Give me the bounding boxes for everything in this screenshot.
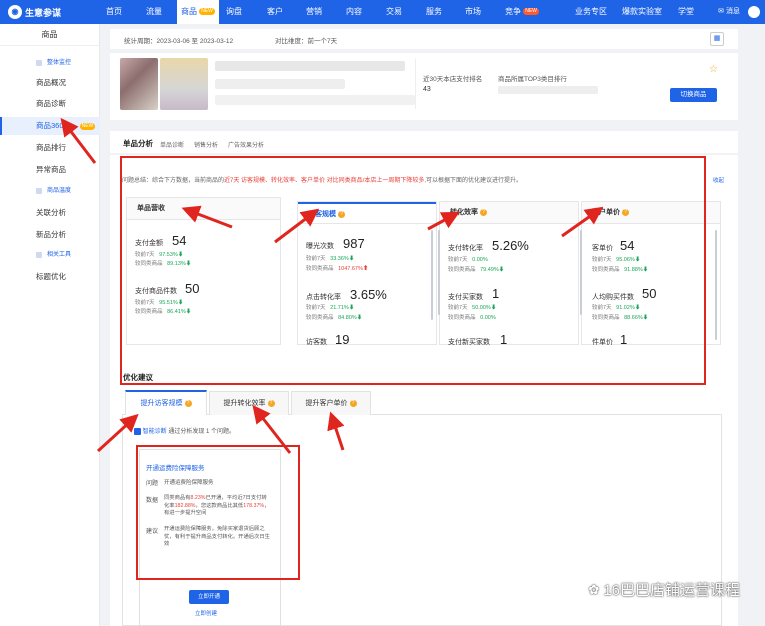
arrow-to-tab-conversion [252,404,292,454]
arrow-to-conversion [427,211,460,231]
arrow-to-tab-visitors [96,413,139,453]
arrow-to-visitors [274,208,320,244]
annotation-arrows [60,117,604,454]
arrow-to-product360 [60,117,97,164]
watermark: ✿ 16巴巴店铺运营课程 [588,579,740,600]
arrow-to-tab-unit-price [327,411,345,451]
wechat-icon: ✿ [588,581,600,597]
watermark-text: 16巴巴店铺运营课程 [603,582,740,599]
arrow-to-revenue [181,205,233,229]
arrow-to-unit-price [561,206,604,238]
